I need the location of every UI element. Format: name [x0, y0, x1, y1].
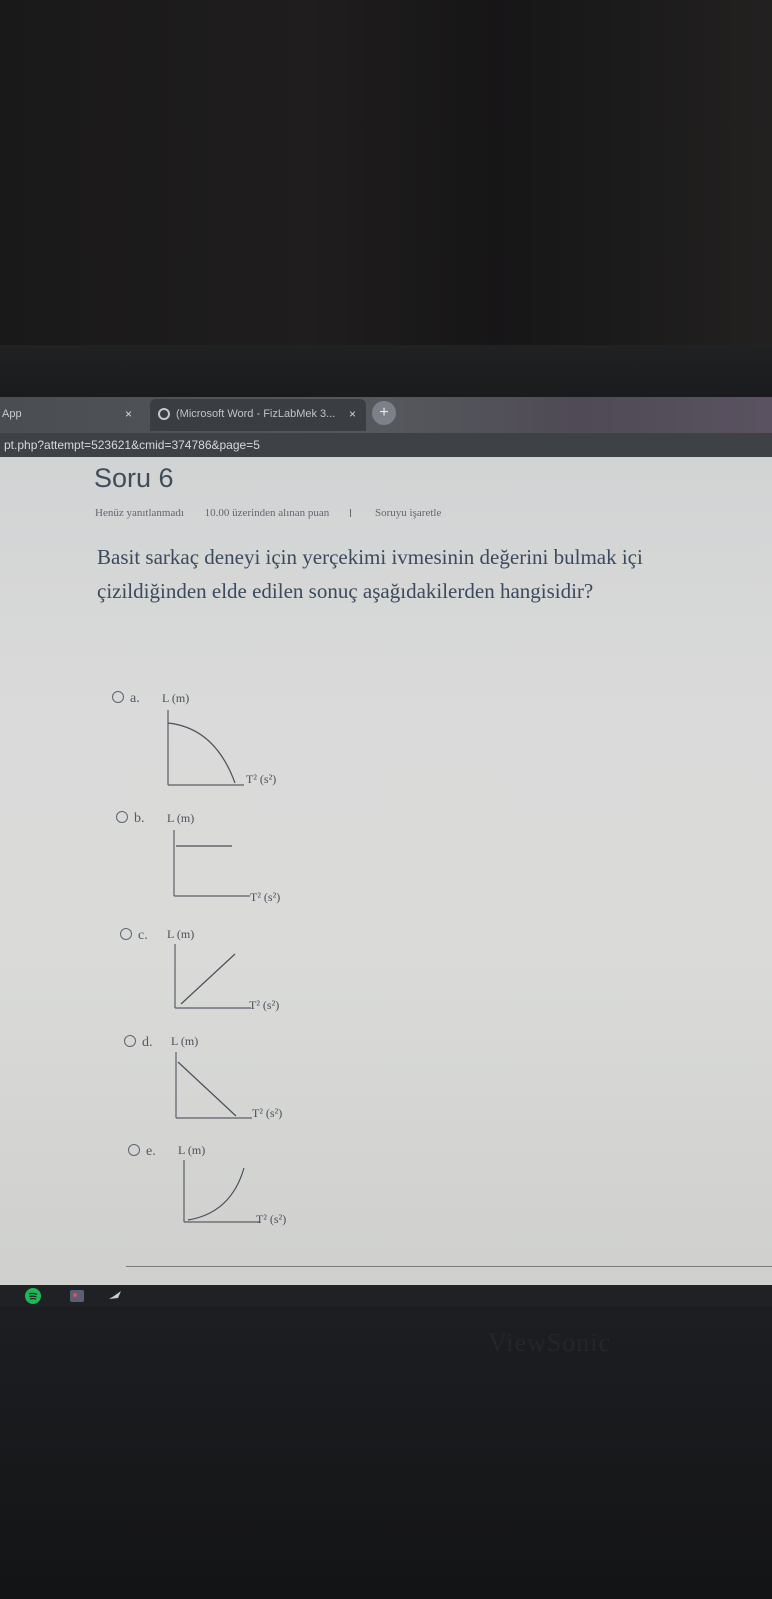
radio-button[interactable]: [112, 691, 124, 703]
radio-button[interactable]: [120, 928, 132, 940]
y-axis-label: L (m): [178, 1143, 206, 1157]
question-title: Soru 6: [94, 463, 174, 493]
flag-label: Soruyu işaretle: [375, 507, 442, 519]
monitor-bezel-top: [0, 345, 772, 397]
option-letter: b.: [134, 811, 145, 826]
curve: [180, 953, 236, 1005]
question-info: Henüz yanıtlanmadı 10.00 üzerinden alına…: [95, 507, 477, 519]
answer-status: Henüz yanıtlanmadı: [95, 507, 184, 519]
option-letter: e.: [146, 1144, 156, 1159]
option-e[interactable]: e.: [128, 1143, 156, 1160]
taskbar: [0, 1285, 772, 1307]
radio-button[interactable]: [128, 1144, 140, 1156]
x-axis-label: T² (s²): [252, 1106, 283, 1120]
address-bar[interactable]: pt.php?attempt=523621&cmid=374786&page=5: [0, 433, 772, 457]
flag-question-link[interactable]: Soruyu işaretle: [350, 507, 459, 519]
divider: [126, 1266, 772, 1267]
tab-title: App: [2, 408, 22, 420]
tab-title: (Microsoft Word - FizLabMek 3...: [176, 408, 336, 420]
option-c[interactable]: c.: [120, 927, 148, 944]
radio-button[interactable]: [116, 811, 128, 823]
curve: [167, 722, 236, 784]
x-axis-label: T² (s²): [249, 998, 280, 1012]
url-text: pt.php?attempt=523621&cmid=374786&page=5: [4, 438, 260, 452]
option-b[interactable]: b.: [116, 810, 145, 827]
new-tab-button[interactable]: +: [372, 401, 396, 425]
flag-icon: [350, 509, 357, 517]
y-axis-label: L (m): [162, 691, 190, 705]
photos-icon[interactable]: [68, 1287, 86, 1305]
radio-button[interactable]: [124, 1035, 136, 1047]
y-axis-label: L (m): [167, 927, 195, 941]
curve: [187, 1167, 245, 1221]
y-axis-label: L (m): [167, 811, 195, 825]
monitor-brand-logo: ViewSonic: [488, 1328, 611, 1357]
option-letter: a.: [130, 691, 140, 706]
app-icon[interactable]: [106, 1287, 124, 1305]
option-e-graph: [183, 1160, 260, 1223]
option-letter: d.: [142, 1035, 153, 1050]
monitor-bezel-bottom: [0, 1307, 772, 1599]
option-a-graph: [167, 710, 244, 786]
x-axis-label: T² (s²): [246, 772, 277, 786]
curve: [177, 1061, 237, 1117]
y-axis-label: L (m): [171, 1034, 199, 1048]
option-d-graph: [175, 1052, 252, 1119]
x-axis-label: T² (s²): [256, 1212, 287, 1226]
question-text-line: çizildiğinden elde edilen sonuç aşağıdak…: [97, 579, 594, 603]
question-text-line: Basit sarkaç deneyi için yerçekimi ivmes…: [97, 545, 643, 569]
x-axis-label: T² (s²): [250, 890, 281, 904]
globe-icon: [158, 408, 170, 420]
browser-tab-app[interactable]: App ×: [0, 399, 140, 431]
close-icon[interactable]: ×: [349, 399, 356, 429]
option-b-graph: [173, 830, 250, 897]
option-d[interactable]: d.: [124, 1034, 153, 1051]
question-text: Basit sarkaç deneyi için yerçekimi ivmes…: [97, 540, 772, 608]
option-a[interactable]: a.: [112, 690, 140, 707]
room-background: [0, 0, 772, 345]
spotify-icon[interactable]: [24, 1287, 42, 1305]
option-c-graph: [174, 944, 251, 1009]
option-letter: c.: [138, 928, 148, 943]
question-points: 10.00 üzerinden alınan puan: [204, 507, 330, 519]
browser-tab-word[interactable]: (Microsoft Word - FizLabMek 3... ×: [150, 399, 366, 431]
close-icon[interactable]: ×: [125, 399, 132, 429]
